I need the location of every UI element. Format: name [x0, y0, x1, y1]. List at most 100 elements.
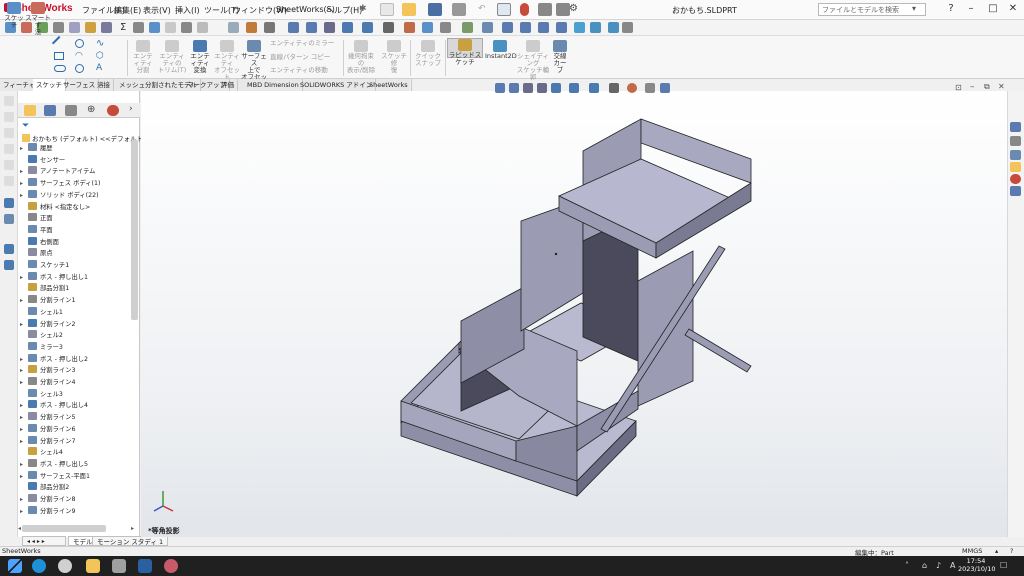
save-icon[interactable]: [428, 3, 442, 16]
tree-horizontal-scrollbar[interactable]: [22, 525, 106, 532]
tree-item[interactable]: シェル2: [20, 330, 63, 341]
status-help-icon[interactable]: ?: [1010, 547, 1013, 555]
panel-expand-icon[interactable]: ›: [129, 104, 133, 114]
measure-tool-icon[interactable]: [133, 22, 144, 33]
display-tool-icon[interactable]: [264, 22, 275, 33]
viewport-restore-button[interactable]: ⧉: [984, 82, 990, 92]
display-style-hud-icon[interactable]: [589, 83, 599, 93]
tree-item[interactable]: 部品分割1: [20, 283, 69, 294]
search-input[interactable]: ファイルとモデルを検索: [818, 3, 926, 16]
previous-view-icon[interactable]: [523, 83, 533, 93]
section-view-hud-icon[interactable]: [537, 83, 547, 93]
pin-icon[interactable]: ✱: [359, 4, 367, 14]
trim-entities-button[interactable]: エンティティの トリム(T): [157, 40, 187, 74]
expand-arrow-icon[interactable]: ▸: [20, 178, 28, 189]
resources-pane-icon[interactable]: [1010, 136, 1021, 146]
network-icon[interactable]: ⌂: [922, 561, 927, 570]
chrome-icon[interactable]: [58, 559, 72, 573]
chamfer-tool-icon[interactable]: [101, 22, 112, 33]
tree-item[interactable]: ▸ ボス - 押し出し1: [20, 271, 88, 283]
ellipse-icon[interactable]: [75, 64, 84, 73]
cam-icon[interactable]: [462, 22, 473, 33]
view-orientation-hud-icon[interactable]: [569, 83, 579, 93]
scroll-left-icon[interactable]: ◂: [18, 525, 21, 532]
tree-item[interactable]: ▸ ボス - 押し出し2: [20, 353, 88, 365]
tree-item[interactable]: ▸ アノテートアイテム: [20, 166, 95, 177]
tree-item[interactable]: 平面: [20, 224, 53, 236]
display-style-icon[interactable]: [362, 22, 373, 33]
new-document-icon[interactable]: [380, 3, 394, 16]
sheetworks-tool-icon-2[interactable]: [4, 244, 14, 254]
filter-icon[interactable]: ⏷: [22, 121, 29, 131]
tree-item[interactable]: スケッチ1: [20, 260, 69, 271]
task-icon-3[interactable]: [4, 128, 14, 138]
split-entities-button[interactable]: エンティティ 分割: [131, 40, 155, 74]
viewport-pin-icon[interactable]: ⊡: [955, 83, 962, 92]
history-icon[interactable]: [4, 96, 14, 106]
text-icon[interactable]: A: [96, 63, 102, 73]
design-library-icon[interactable]: [1010, 150, 1021, 160]
sheetworks-panel-icon[interactable]: [4, 198, 14, 208]
expand-arrow-icon[interactable]: ▸: [20, 143, 28, 154]
task-icon-4[interactable]: [4, 144, 14, 154]
offset-entities-button[interactable]: エンティティ オフセット: [214, 40, 240, 81]
rectangle-icon[interactable]: [54, 52, 64, 60]
tree-item[interactable]: ▸ 分割ライン8: [20, 494, 76, 505]
sheet-metal-icon[interactable]: [482, 22, 493, 33]
select-arrow-icon[interactable]: [497, 3, 511, 16]
view-orientation-icon[interactable]: [342, 22, 353, 33]
expand-arrow-icon[interactable]: ▸: [20, 494, 28, 505]
tree-item[interactable]: ▸ ボス - 押し出し4: [20, 400, 88, 411]
tree-item[interactable]: ▸ サーフェス ボディ(1): [20, 178, 100, 189]
status-units-dropdown-icon[interactable]: ▴: [995, 547, 998, 555]
cut-tool-icon[interactable]: [69, 22, 80, 33]
rotate-view-icon[interactable]: [306, 22, 317, 33]
tray-chevron-icon[interactable]: ˄: [905, 561, 909, 570]
rapid-sketch-button[interactable]: ラピッドスケッチ: [447, 38, 483, 66]
custom-properties-icon[interactable]: [1010, 186, 1021, 196]
maximize-button[interactable]: □: [982, 3, 1004, 17]
gear-icon[interactable]: ⚙: [569, 3, 578, 14]
file-properties-icon[interactable]: [538, 3, 552, 16]
quick-snaps-button[interactable]: クイックスナップ: [412, 40, 444, 67]
okamochi-model[interactable]: [400, 118, 752, 497]
expand-arrow-icon[interactable]: ▸: [20, 166, 28, 177]
tab-nav-arrows[interactable]: ◂ ◂ ▸ ▸: [22, 536, 66, 546]
configuration-manager-tab-icon[interactable]: [65, 105, 77, 116]
shaded-contours-button[interactable]: シェイディング スケッチ輪 郭: [516, 40, 550, 81]
menu-insert[interactable]: 挿入(I): [175, 5, 200, 16]
options-panel-icon[interactable]: [556, 3, 570, 16]
move-entities-button[interactable]: エンティティの移動: [270, 67, 340, 74]
sheetworks-3d-icon[interactable]: [590, 22, 601, 33]
expand-arrow-icon[interactable]: ▸: [20, 272, 28, 283]
edit-appearance-hud-icon[interactable]: [627, 83, 637, 93]
feature-manager-tab-icon[interactable]: [24, 105, 36, 116]
tree-item[interactable]: ▸ 分割ライン5: [20, 412, 76, 423]
display-manager-tab-icon[interactable]: [107, 105, 119, 116]
circle-icon[interactable]: [75, 39, 84, 48]
tab-evaluate[interactable]: 評価: [218, 79, 238, 91]
app2-taskbar-icon[interactable]: [138, 559, 152, 573]
expand-arrow-icon[interactable]: ▸: [20, 400, 28, 411]
tree-item[interactable]: ミラー3: [20, 341, 63, 353]
volume-icon[interactable]: ♪: [936, 561, 941, 570]
extrude-tool-icon[interactable]: [53, 22, 64, 33]
task-icon-5[interactable]: [4, 160, 14, 170]
tree-item[interactable]: センサー: [20, 154, 65, 166]
edge-browser-icon[interactable]: [32, 559, 46, 573]
section-tool-icon[interactable]: [197, 22, 208, 33]
line-icon[interactable]: [51, 35, 67, 51]
corner-icon[interactable]: [556, 22, 567, 33]
tab-weldments[interactable]: 溶接: [94, 79, 114, 91]
scene-icon[interactable]: [422, 22, 433, 33]
sheetworks-tool-icon-3[interactable]: [4, 260, 14, 270]
dimxpert-tab-icon[interactable]: ⊕: [87, 104, 95, 115]
apply-scene-icon[interactable]: [645, 83, 655, 93]
file-explorer-taskbar-icon[interactable]: [86, 559, 100, 573]
expand-arrow-icon[interactable]: ▸: [20, 459, 28, 470]
close-button[interactable]: ✕: [1002, 3, 1024, 17]
task-icon-2[interactable]: [4, 112, 14, 122]
spline-icon[interactable]: ∿: [96, 38, 104, 49]
tree-item[interactable]: ▸ ソリッド ボディ(22): [20, 189, 99, 201]
hide-show-icon[interactable]: [383, 22, 394, 33]
